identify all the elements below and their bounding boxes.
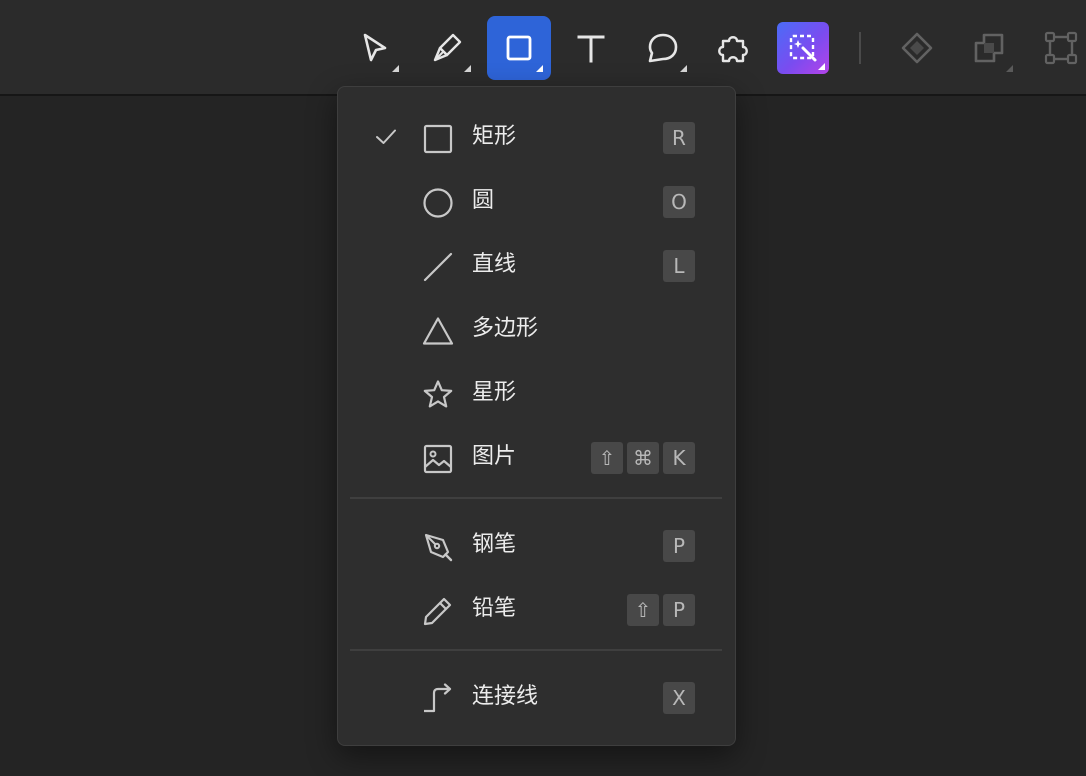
pen-nib-icon bbox=[433, 33, 462, 62]
shortcut-key: L bbox=[663, 250, 695, 282]
comment-tool-button[interactable] bbox=[631, 16, 695, 80]
submenu-indicator bbox=[818, 63, 825, 70]
shape-tool-button[interactable] bbox=[487, 16, 551, 80]
rectangle-icon bbox=[423, 124, 453, 154]
menu-divider bbox=[350, 497, 722, 499]
menu-item-label: 图片 bbox=[472, 444, 517, 469]
toolbar-separator bbox=[859, 32, 861, 64]
vector-edit-tool-button[interactable] bbox=[1029, 16, 1086, 80]
shortcut-key: X bbox=[663, 682, 695, 714]
menu-item-label: 多边形 bbox=[472, 316, 539, 341]
shortcut-key: K bbox=[663, 442, 695, 474]
menu-divider bbox=[350, 649, 722, 651]
star-icon bbox=[423, 380, 453, 408]
line-icon bbox=[423, 252, 453, 282]
menu-item-star[interactable]: 星形 bbox=[338, 365, 735, 421]
menu-item-pencil[interactable]: 铅笔 ⇧ P bbox=[338, 581, 735, 637]
submenu-indicator bbox=[536, 65, 543, 72]
shortcut-keys: R bbox=[663, 122, 695, 154]
menu-item-rectangle[interactable]: 矩形 R bbox=[338, 109, 735, 165]
text-tool-button[interactable] bbox=[559, 16, 623, 80]
circle-icon bbox=[423, 188, 453, 218]
menu-item-label: 铅笔 bbox=[472, 596, 517, 621]
menu-item-label: 矩形 bbox=[472, 124, 517, 149]
shortcut-keys: O bbox=[663, 186, 695, 218]
shortcut-key: P bbox=[663, 530, 695, 562]
pencil-icon bbox=[423, 597, 452, 626]
shape-tool-dropdown-menu: 矩形 R 圆 O 直线 L 多边形 星形 图片 ⇧ ⌘ K 钢笔 P 铅笔 ⇧ … bbox=[337, 86, 736, 746]
text-t-icon bbox=[577, 35, 605, 63]
shortcut-key: R bbox=[663, 122, 695, 154]
ai-tool-button[interactable] bbox=[777, 22, 829, 74]
menu-item-label: 连接线 bbox=[472, 684, 539, 709]
boolean-union-icon bbox=[974, 33, 1004, 63]
shortcut-key: O bbox=[663, 186, 695, 218]
menu-item-label: 圆 bbox=[472, 188, 495, 213]
menu-item-circle[interactable]: 圆 O bbox=[338, 173, 735, 229]
menu-item-label: 星形 bbox=[472, 380, 517, 405]
select-tool-button[interactable] bbox=[343, 16, 407, 80]
square-icon bbox=[506, 35, 532, 61]
shortcut-key-command: ⌘ bbox=[627, 442, 659, 474]
shortcut-key-shift: ⇧ bbox=[627, 594, 659, 626]
shortcut-key: P bbox=[663, 594, 695, 626]
cursor-arrow-icon bbox=[363, 33, 387, 62]
diamond-icon bbox=[901, 32, 933, 64]
vector-path-icon bbox=[1044, 31, 1078, 65]
submenu-indicator bbox=[1006, 65, 1013, 72]
menu-item-pen[interactable]: 钢笔 P bbox=[338, 517, 735, 573]
shortcut-keys: P bbox=[663, 530, 695, 562]
shortcut-keys: X bbox=[663, 682, 695, 714]
submenu-indicator bbox=[392, 65, 399, 72]
pen-tool-button[interactable] bbox=[415, 16, 479, 80]
submenu-indicator bbox=[680, 65, 687, 72]
check-icon bbox=[376, 129, 396, 144]
shortcut-keys: ⇧ P bbox=[627, 594, 695, 626]
connector-icon bbox=[424, 683, 452, 713]
menu-item-image[interactable]: 图片 ⇧ ⌘ K bbox=[338, 429, 735, 485]
menu-item-label: 直线 bbox=[472, 252, 517, 277]
plugin-tool-button[interactable] bbox=[701, 16, 765, 80]
triangle-icon bbox=[422, 317, 454, 345]
boolean-tool-button[interactable] bbox=[957, 16, 1021, 80]
top-toolbar bbox=[0, 0, 1086, 96]
puzzle-piece-icon bbox=[718, 36, 748, 63]
component-tool-button[interactable] bbox=[885, 16, 949, 80]
shortcut-keys: L bbox=[663, 250, 695, 282]
pen-icon bbox=[424, 533, 453, 562]
shortcut-keys: ⇧ ⌘ K bbox=[591, 442, 695, 474]
submenu-indicator bbox=[464, 65, 471, 72]
speech-bubble-icon bbox=[648, 33, 678, 63]
menu-item-label: 钢笔 bbox=[472, 532, 517, 557]
menu-item-line[interactable]: 直线 L bbox=[338, 237, 735, 293]
shortcut-key-shift: ⇧ bbox=[591, 442, 623, 474]
menu-item-polygon[interactable]: 多边形 bbox=[338, 301, 735, 357]
menu-item-connector[interactable]: 连接线 X bbox=[338, 669, 735, 725]
ai-magic-wand-icon bbox=[789, 34, 817, 62]
image-icon bbox=[423, 444, 453, 474]
